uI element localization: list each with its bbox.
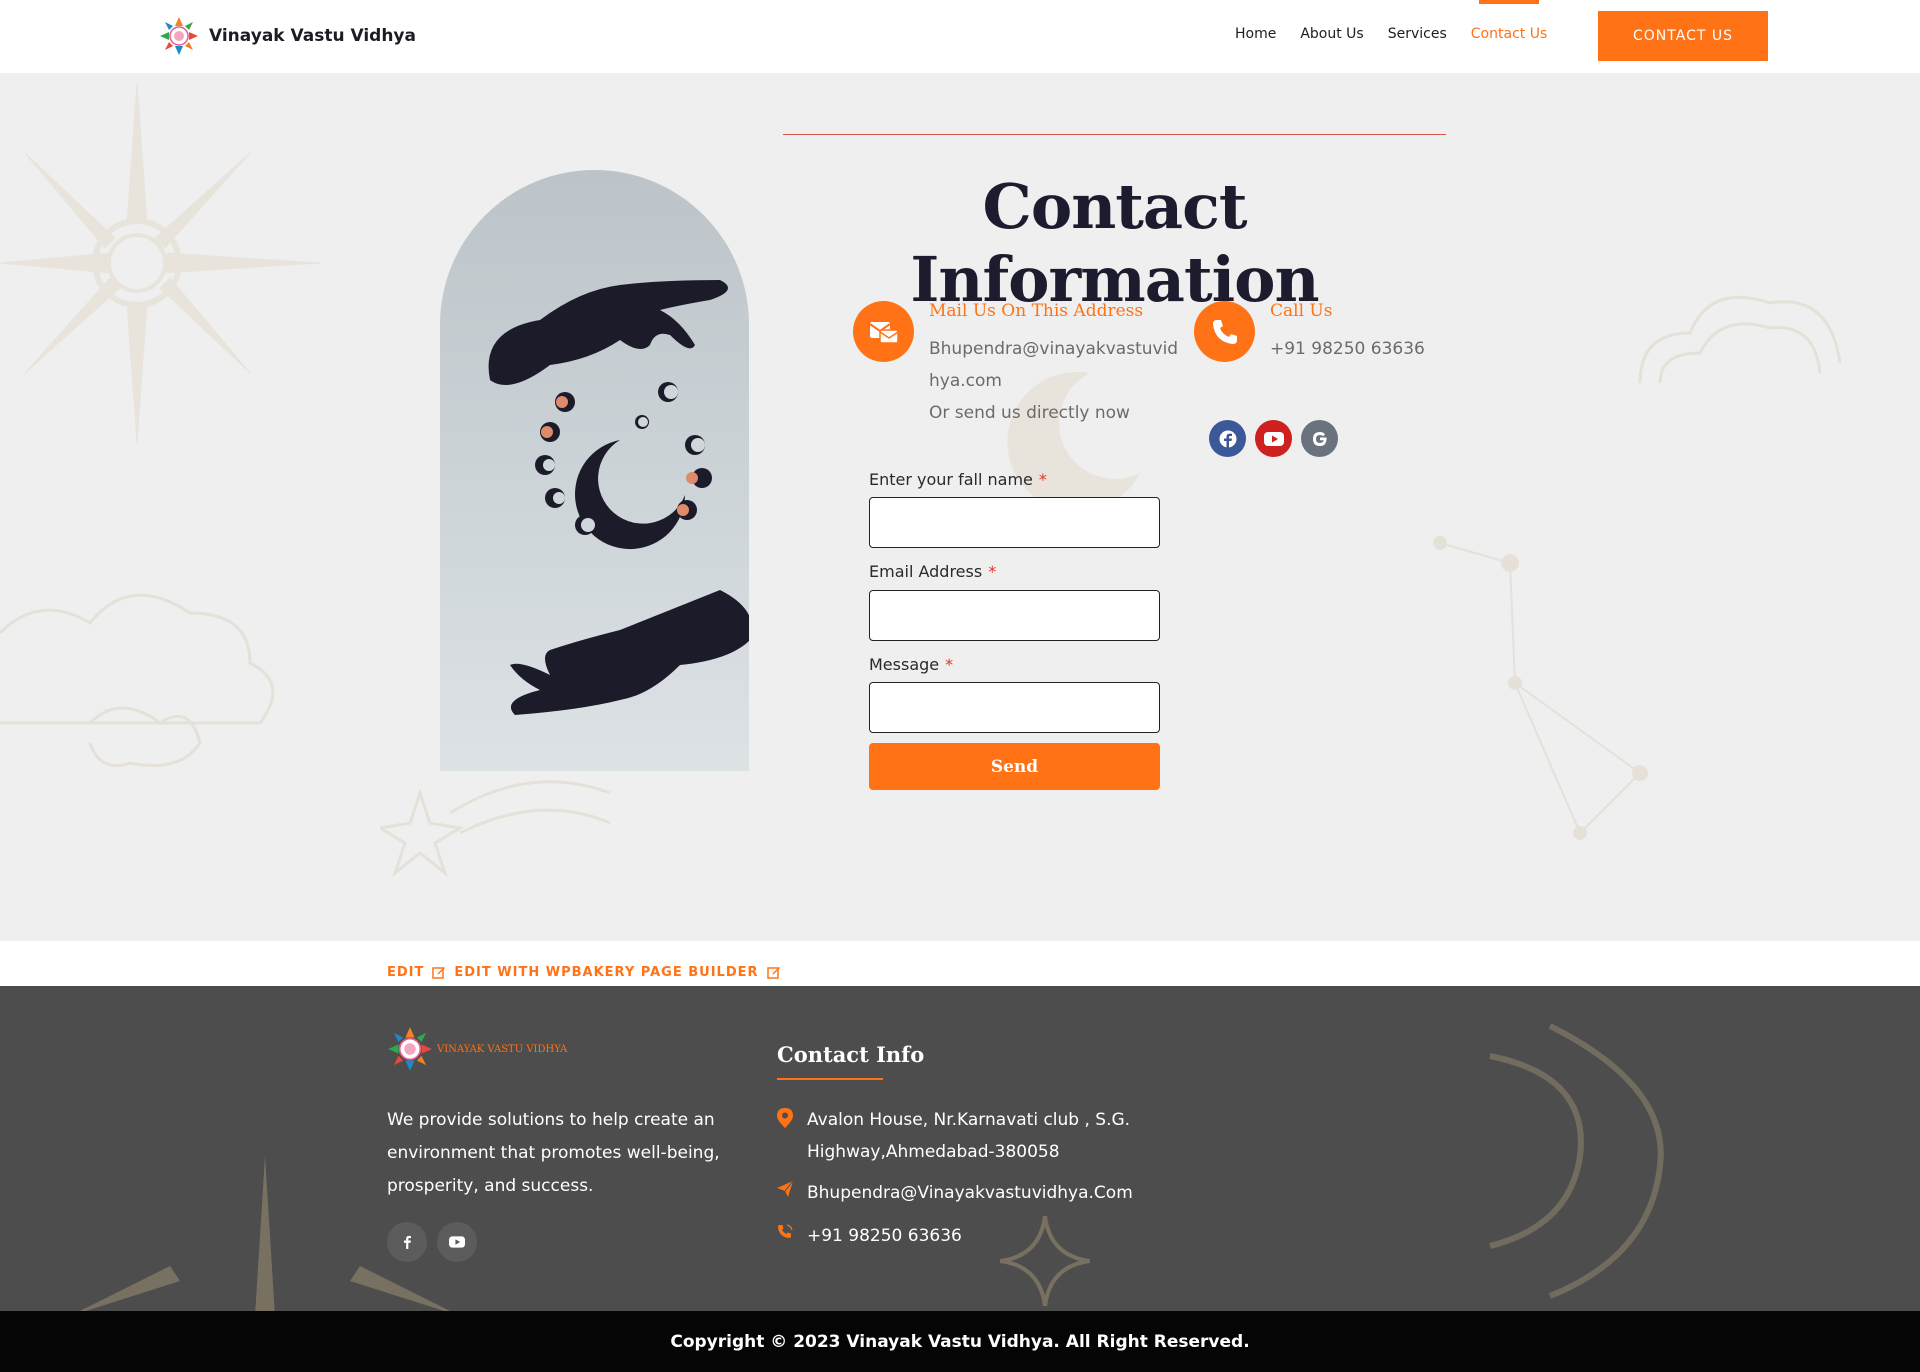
- phone-ring-icon: [778, 1224, 793, 1238]
- hands-moon-illustration: [440, 170, 749, 771]
- name-label: Enter your fall name *: [869, 470, 1047, 489]
- constellation-decoration: [1433, 536, 1648, 840]
- cloud-right-decoration: [1638, 295, 1842, 384]
- mail-address-line1[interactable]: Bhupendra@vinayakvastuvid: [929, 333, 1178, 365]
- sun-decoration: [0, 83, 321, 443]
- cloud-decoration: [0, 593, 275, 767]
- edit-link[interactable]: EDIT: [387, 965, 424, 980]
- facebook-icon: [1219, 430, 1236, 448]
- phone-icon-badge: [1194, 301, 1255, 362]
- mail-send-note: Or send us directly now: [929, 403, 1130, 423]
- required-marker: *: [1038, 470, 1047, 489]
- youtube-icon: [1263, 431, 1284, 446]
- edit-icon: [432, 967, 446, 979]
- footer-phone[interactable]: +91 98250 63636: [777, 1220, 962, 1252]
- send-button[interactable]: Send: [869, 743, 1160, 790]
- title-divider: [783, 134, 1446, 135]
- edit-wpbakery-label: EDIT WITH WPBAKERY PAGE BUILDER: [454, 965, 759, 980]
- envelope-icon: [868, 321, 899, 344]
- main-nav: Home About Us Services Contact Us: [1235, 0, 1571, 42]
- footer-logo-text: VINAYAK VASTU VIDHYA: [437, 1043, 568, 1055]
- site-logo[interactable]: Vinayak Vastu Vidhya: [159, 16, 416, 56]
- name-label-text: Enter your fall name: [869, 470, 1033, 489]
- footer-email-text: Bhupendra@Vinayakvastuvidhya.Com: [807, 1183, 1133, 1203]
- nav-home[interactable]: Home: [1235, 26, 1276, 42]
- edit-icon: [766, 967, 780, 979]
- message-label-text: Message: [869, 655, 940, 674]
- email-label-text: Email Address: [869, 562, 983, 581]
- site-header: Vinayak Vastu Vidhya Home About Us Servi…: [0, 0, 1920, 73]
- edit-bar: EDIT EDIT WITH WPBAKERY PAGE BUILDER: [0, 941, 1920, 986]
- footer-star-decoration: [1000, 1216, 1090, 1306]
- edit-wpbakery-link[interactable]: EDIT WITH WPBAKERY PAGE BUILDER: [454, 965, 758, 980]
- footer-address: Avalon House, Nr.Karnavati club , S.G. H…: [777, 1104, 1147, 1168]
- youtube-icon: [449, 1236, 465, 1248]
- footer-email[interactable]: Bhupendra@Vinayakvastuvidhya.Com: [777, 1177, 1133, 1209]
- copyright-bar: Copyright © 2023 Vinayak Vastu Vidhya. A…: [0, 1311, 1920, 1372]
- contact-us-button[interactable]: CONTACT US: [1598, 11, 1768, 61]
- name-input[interactable]: [869, 497, 1160, 548]
- google-icon: [1312, 431, 1327, 446]
- footer-heading-underline: [777, 1078, 883, 1080]
- mail-address-line2[interactable]: hya.com: [929, 365, 1002, 397]
- footer-phone-text: +91 98250 63636: [807, 1226, 962, 1246]
- footer-moon-decoration: [1489, 1023, 1664, 1299]
- site-footer: VINAYAK VASTU VIDHYA We provide solution…: [0, 986, 1920, 1311]
- message-label: Message *: [869, 655, 953, 674]
- facebook-link[interactable]: [1209, 420, 1246, 457]
- page-title: Contact Information: [910, 170, 1319, 316]
- hands-moon-icon: [488, 280, 749, 715]
- facebook-icon: [403, 1235, 411, 1249]
- mail-icon-badge: [853, 301, 914, 362]
- brand-name: Vinayak Vastu Vidhya: [209, 26, 416, 46]
- footer-address-text: Avalon House, Nr.Karnavati club , S.G. H…: [807, 1110, 1131, 1162]
- call-phone[interactable]: +91 98250 63636: [1270, 333, 1425, 365]
- footer-description: We provide solutions to help create an e…: [387, 1110, 720, 1196]
- logo-icon: [160, 17, 198, 55]
- call-heading: Call Us: [1270, 301, 1333, 321]
- nav-services[interactable]: Services: [1388, 26, 1447, 42]
- nav-about-us[interactable]: About Us: [1300, 26, 1363, 42]
- required-marker: *: [988, 562, 997, 581]
- google-link[interactable]: [1301, 420, 1338, 457]
- phone-icon: [1212, 319, 1237, 344]
- map-pin-icon: [777, 1108, 793, 1128]
- email-label: Email Address *: [869, 562, 996, 581]
- message-textarea[interactable]: [869, 682, 1160, 733]
- logo-icon: [388, 1027, 432, 1071]
- email-input[interactable]: [869, 590, 1160, 641]
- footer-facebook-link[interactable]: [387, 1222, 427, 1262]
- required-marker: *: [945, 655, 954, 674]
- footer-youtube-link[interactable]: [437, 1222, 477, 1262]
- footer-logo[interactable]: VINAYAK VASTU VIDHYA: [387, 1026, 567, 1072]
- nav-contact-us[interactable]: Contact Us: [1471, 0, 1547, 42]
- shooting-star-decoration: [380, 780, 611, 878]
- edit-link-label: EDIT: [387, 965, 425, 980]
- contact-section: Contact Information Mail Us On This Addr…: [0, 73, 1920, 941]
- footer-contact-heading: Contact Info: [777, 1042, 925, 1067]
- paper-plane-icon: [777, 1181, 793, 1197]
- edit-links: EDIT EDIT WITH WPBAKERY PAGE BUILDER: [387, 965, 781, 980]
- youtube-link[interactable]: [1255, 420, 1292, 457]
- mail-heading: Mail Us On This Address: [929, 301, 1144, 321]
